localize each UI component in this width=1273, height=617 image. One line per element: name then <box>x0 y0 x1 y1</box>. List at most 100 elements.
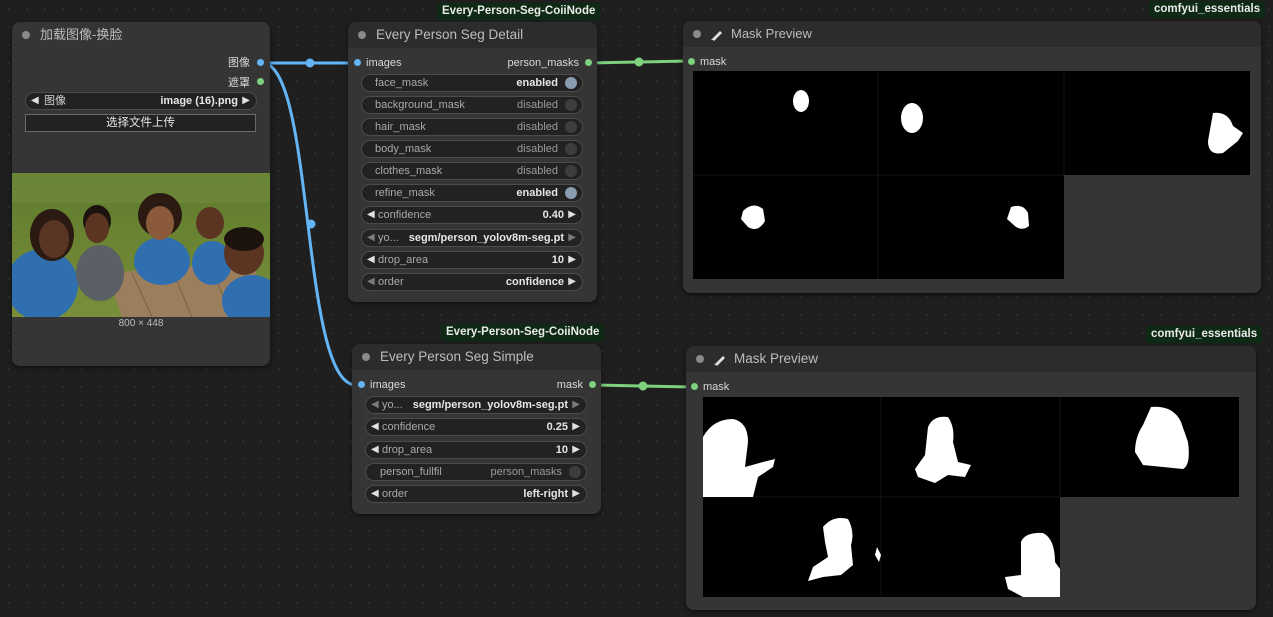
node-title: 加载图像-换脸 <box>40 27 123 42</box>
node-title-bar[interactable]: Mask Preview <box>686 346 1256 372</box>
toggle-knob[interactable] <box>565 99 577 111</box>
input-dot-images[interactable] <box>358 381 365 388</box>
link-center-dot <box>634 57 644 67</box>
confidence-number[interactable]: ◀ confidence 0.40 ▶ <box>361 206 583 224</box>
toggle-knob[interactable] <box>565 165 577 177</box>
collapse-dot[interactable] <box>693 30 701 38</box>
widget-value: segm/person_yolov8m-seg.pt <box>408 232 564 244</box>
order-select[interactable]: ◀ order left-right ▶ <box>365 485 587 503</box>
widget-value: 0.40 <box>542 209 564 221</box>
widget-label: drop_area <box>378 254 429 266</box>
output-label: mask <box>556 379 583 391</box>
arrow-left-icon[interactable]: ◀ <box>371 486 379 502</box>
output-dot-mask[interactable] <box>257 78 264 85</box>
output-slot-image[interactable]: 图像 <box>228 57 250 69</box>
pencil-icon <box>714 356 725 366</box>
widget-label: confidence <box>382 421 436 433</box>
arrow-left-icon[interactable]: ◀ <box>367 274 375 290</box>
output-slot-mask[interactable]: 遮罩 <box>228 77 250 89</box>
output-dot-mask[interactable] <box>589 381 596 388</box>
arrow-right-icon[interactable]: ▶ <box>572 397 580 413</box>
arrow-right-icon[interactable]: ▶ <box>568 207 576 223</box>
collapse-dot[interactable] <box>22 31 30 39</box>
person-fullfil-toggle[interactable]: person_fullfil person_masks <box>365 463 587 481</box>
toggle-knob[interactable] <box>565 187 577 199</box>
drop-area-number[interactable]: ◀ drop_area 10 ▶ <box>365 441 587 459</box>
seg-simple-node[interactable]: Every Person Seg Simple images mask ◀ yo… <box>352 344 601 514</box>
widget-label: drop_area <box>382 444 433 456</box>
output-slot-person-masks[interactable]: person_masks <box>507 57 579 69</box>
link-center-dot <box>305 58 315 68</box>
order-select[interactable]: ◀ order confidence ▶ <box>361 273 583 291</box>
body-mask-toggle[interactable]: body_mask disabled <box>361 140 583 158</box>
load-image-node[interactable]: 加载图像-换脸 图像 遮罩 ◀ 图像 image (16).png ▶ 选择文件… <box>12 22 270 366</box>
arrow-left-icon[interactable]: ◀ <box>367 252 375 268</box>
toggle-knob[interactable] <box>565 143 577 155</box>
input-dot-mask[interactable] <box>691 383 698 390</box>
input-dot-images[interactable] <box>354 59 361 66</box>
arrow-right-icon[interactable]: ▶ <box>572 442 580 458</box>
photo-of-group <box>12 173 270 317</box>
widget-value: disabled <box>517 121 558 133</box>
face-mask-toggle[interactable]: face_mask enabled <box>361 74 583 92</box>
clothes-mask-toggle[interactable]: clothes_mask disabled <box>361 162 583 180</box>
input-slot-images[interactable]: images <box>366 57 401 69</box>
node-title: Mask Preview <box>734 351 819 366</box>
upload-button[interactable]: 选择文件上传 <box>25 114 256 132</box>
arrow-left-icon[interactable]: ◀ <box>367 230 375 246</box>
image-select[interactable]: ◀ 图像 image (16).png ▶ <box>25 92 257 110</box>
input-slot-images[interactable]: images <box>370 379 405 391</box>
arrow-left-icon[interactable]: ◀ <box>371 442 379 458</box>
background-mask-toggle[interactable]: background_mask disabled <box>361 96 583 114</box>
arrow-right-icon[interactable]: ▶ <box>572 419 580 435</box>
arrow-right-icon[interactable]: ▶ <box>242 93 250 109</box>
toggle-knob[interactable] <box>565 77 577 89</box>
node-title-bar[interactable]: Every Person Seg Simple <box>352 344 601 370</box>
widget-value: 10 <box>555 444 568 456</box>
widget-value: 0.25 <box>546 421 568 433</box>
arrow-left-icon[interactable]: ◀ <box>367 207 375 223</box>
output-label: 遮罩 <box>228 77 250 89</box>
arrow-left-icon[interactable]: ◀ <box>371 397 379 413</box>
input-label: images <box>366 57 402 69</box>
collapse-dot[interactable] <box>696 355 704 363</box>
mask-preview-bottom-node[interactable]: Mask Preview mask <box>686 346 1256 610</box>
widget-label: confidence <box>378 209 432 221</box>
node-title-bar[interactable]: Mask Preview <box>683 21 1261 47</box>
seg-detail-node[interactable]: Every Person Seg Detail images person_ma… <box>348 22 597 302</box>
node-source-badge: comfyui_essentials <box>1149 1 1266 18</box>
refine-mask-toggle[interactable]: refine_mask enabled <box>361 184 583 202</box>
arrow-left-icon[interactable]: ◀ <box>371 419 379 435</box>
output-slot-mask[interactable]: mask <box>557 379 583 391</box>
collapse-dot[interactable] <box>362 353 370 361</box>
hair-mask-toggle[interactable]: hair_mask disabled <box>361 118 583 136</box>
arrow-right-icon[interactable]: ▶ <box>568 230 576 246</box>
node-source-badge: comfyui_essentials <box>1146 326 1263 343</box>
mask-preview-top-node[interactable]: Mask Preview mask <box>683 21 1261 293</box>
node-title-bar[interactable]: Every Person Seg Detail <box>348 22 597 48</box>
link-center-dot <box>306 219 316 229</box>
widget-label: 图像 <box>44 95 66 107</box>
drop-area-number[interactable]: ◀ drop_area 10 ▶ <box>361 251 583 269</box>
arrow-right-icon[interactable]: ▶ <box>568 274 576 290</box>
arrow-right-icon[interactable]: ▶ <box>572 486 580 502</box>
link-center-dot <box>638 381 648 391</box>
collapse-dot[interactable] <box>358 31 366 39</box>
widget-value: disabled <box>517 165 558 177</box>
toggle-knob[interactable] <box>565 121 577 133</box>
input-label: mask <box>700 56 727 68</box>
input-slot-mask[interactable]: mask <box>700 56 726 68</box>
model-select[interactable]: ◀ yo... segm/person_yolov8m-seg.pt ▶ <box>361 229 583 247</box>
output-dot-image[interactable] <box>257 59 264 66</box>
arrow-left-icon[interactable]: ◀ <box>31 93 39 109</box>
input-dot-mask[interactable] <box>688 58 695 65</box>
widget-value: 10 <box>551 254 564 266</box>
node-title-bar[interactable]: 加载图像-换脸 <box>12 22 270 48</box>
confidence-number[interactable]: ◀ confidence 0.25 ▶ <box>365 418 587 436</box>
model-select[interactable]: ◀ yo... segm/person_yolov8m-seg.pt ▶ <box>365 396 587 414</box>
loaded-image-preview <box>12 173 270 317</box>
arrow-right-icon[interactable]: ▶ <box>568 252 576 268</box>
output-dot-person-masks[interactable] <box>585 59 592 66</box>
input-slot-mask[interactable]: mask <box>703 381 729 393</box>
toggle-knob[interactable] <box>569 466 581 478</box>
